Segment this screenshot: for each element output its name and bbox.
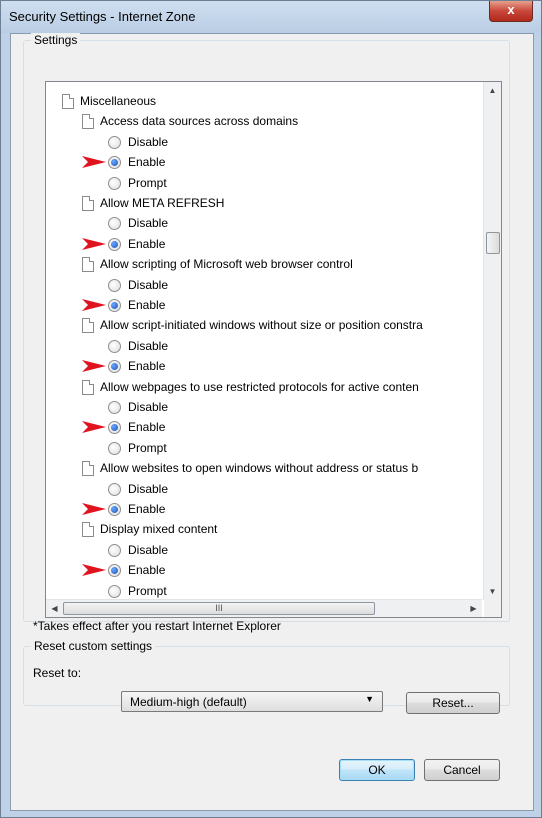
scroll-down-icon[interactable]: ▼	[484, 583, 501, 600]
setting-label: Allow script-initiated windows without s…	[100, 318, 423, 333]
red-arrow-icon	[82, 156, 106, 169]
radio-label: Enable	[128, 298, 166, 312]
radio-label: Enable	[128, 420, 166, 435]
setting-label: Allow websites to open windows without a…	[100, 461, 419, 476]
horizontal-scroll-thumb[interactable]: III	[63, 602, 375, 615]
radio-label: Enable	[128, 236, 166, 251]
settings-tree-content: Miscellaneous Access data sources across …	[46, 82, 482, 600]
reset-button[interactable]: Reset...	[406, 692, 500, 714]
radio-checked-icon[interactable]	[108, 237, 121, 251]
title-bar[interactable]: Security Settings - Internet Zone x	[1, 1, 541, 33]
setting-label: Allow scripting of Microsoft web browser…	[100, 257, 353, 272]
document-icon	[82, 114, 94, 130]
radio-label: Disable	[128, 400, 169, 414]
settings-tree: Miscellaneous Access data sources across …	[45, 81, 502, 618]
vertical-scrollbar[interactable]: ▲ ▼	[483, 82, 501, 600]
setting-label: Allow webpages to use restricted protoco…	[100, 379, 419, 394]
horizontal-scrollbar[interactable]: ◀ III ▶	[46, 599, 482, 617]
radio-unchecked-icon[interactable]	[108, 339, 121, 353]
radio-label: Disable	[128, 216, 169, 231]
reset-to-label: Reset to:	[33, 666, 82, 680]
radio-unchecked-icon[interactable]	[108, 135, 121, 149]
reset-group-label: Reset custom settings	[31, 639, 156, 653]
radio-unchecked-icon[interactable]	[108, 441, 121, 455]
radio-checked-icon[interactable]	[108, 156, 121, 170]
radio-unchecked-icon[interactable]	[108, 584, 121, 598]
radio-label: Enable	[128, 359, 166, 374]
red-arrow-icon	[82, 237, 106, 250]
setting-label: Access data sources across domains	[100, 114, 299, 129]
setting-label: Allow META REFRESH	[100, 196, 225, 210]
radio-unchecked-icon[interactable]	[108, 176, 121, 190]
document-icon	[82, 522, 94, 538]
radio-label: Prompt	[128, 175, 167, 190]
radio-unchecked-icon[interactable]	[108, 543, 121, 557]
red-arrow-icon	[82, 564, 106, 577]
radio-unchecked-icon[interactable]	[108, 401, 121, 414]
red-arrow-icon	[82, 503, 106, 515]
document-icon	[82, 257, 94, 273]
radio-checked-icon[interactable]	[108, 360, 121, 374]
document-icon	[62, 94, 74, 109]
radio-label: Disable	[128, 338, 169, 353]
document-icon	[82, 461, 94, 477]
radio-label: Disable	[128, 542, 169, 557]
scrollbar-corner	[484, 600, 501, 617]
document-icon	[82, 379, 94, 395]
radio-label: Disable	[128, 481, 169, 496]
radio-unchecked-icon[interactable]	[108, 482, 121, 496]
radio-label: Disable	[128, 277, 169, 292]
settings-group-label: Settings	[31, 33, 81, 47]
scroll-up-icon[interactable]: ▲	[484, 82, 501, 99]
radio-label: Enable	[128, 155, 166, 170]
radio-unchecked-icon[interactable]	[108, 217, 121, 231]
dropdown-arrow-icon: ▼	[365, 694, 374, 704]
setting-label: Display mixed content	[100, 522, 218, 537]
vertical-scroll-thumb[interactable]	[486, 232, 500, 254]
cancel-button[interactable]: Cancel	[424, 759, 500, 781]
selected-level: Medium-high (default)	[130, 695, 247, 709]
radio-checked-icon[interactable]	[108, 421, 121, 435]
radio-checked-icon[interactable]	[108, 503, 121, 516]
ok-button[interactable]: OK	[339, 759, 415, 781]
radio-label: Prompt	[128, 440, 167, 455]
red-arrow-icon	[82, 421, 106, 434]
category-label: Miscellaneous	[80, 94, 157, 108]
close-icon: x	[507, 2, 515, 17]
radio-checked-icon[interactable]	[108, 299, 121, 312]
radio-checked-icon[interactable]	[108, 564, 121, 578]
reset-level-dropdown[interactable]: Medium-high (default) ▼	[121, 691, 383, 712]
scroll-left-icon[interactable]: ◀	[46, 600, 63, 617]
document-icon	[82, 318, 94, 334]
radio-label: Enable	[128, 563, 166, 578]
document-icon	[82, 196, 94, 211]
close-button[interactable]: x	[489, 1, 533, 22]
red-arrow-icon	[82, 299, 106, 311]
radio-unchecked-icon[interactable]	[108, 278, 121, 292]
restart-note: *Takes effect after you restart Internet…	[33, 619, 281, 633]
radio-label: Disable	[128, 134, 169, 149]
scroll-right-icon[interactable]: ▶	[465, 600, 482, 617]
radio-label: Enable	[128, 502, 166, 516]
red-arrow-icon	[82, 360, 106, 373]
radio-label: Prompt	[128, 583, 167, 598]
window-title: Security Settings - Internet Zone	[9, 9, 196, 24]
scroll-grip: III	[215, 603, 223, 613]
